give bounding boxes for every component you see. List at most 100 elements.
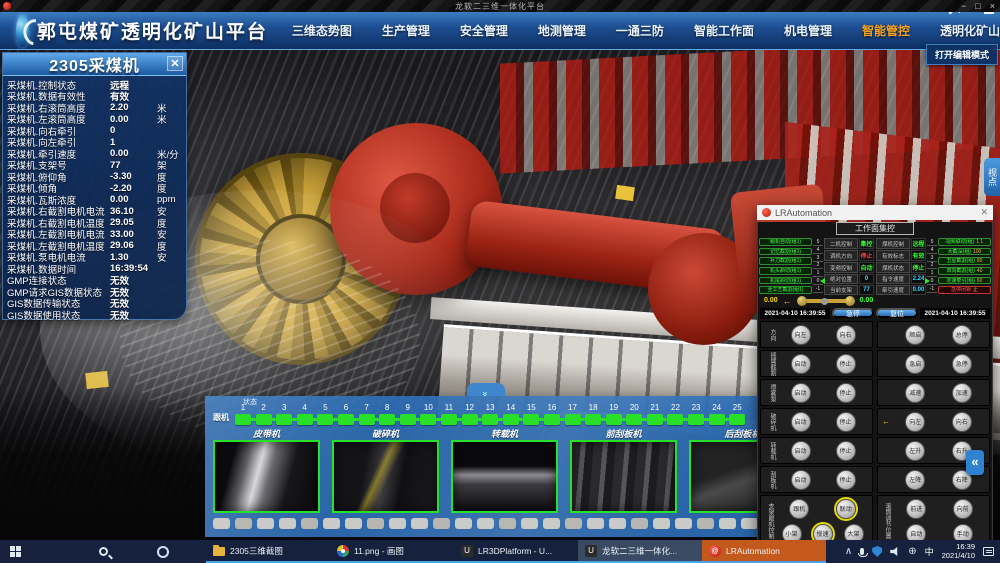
status-cell[interactable] — [455, 518, 472, 529]
chevron-up-icon[interactable]: ∧ — [845, 546, 852, 557]
support-status-cell[interactable]: 9 — [400, 403, 416, 425]
control-button[interactable]: 停止 — [836, 383, 856, 403]
mode-button[interactable]: 大截深(组)100 — [938, 248, 991, 256]
mode-button[interactable]: 定速牵引(组)60 — [938, 277, 991, 285]
support-status-cell[interactable]: 22 — [667, 403, 683, 425]
viewpoint-tab[interactable]: 视点 — [984, 158, 1000, 196]
control-button[interactable]: 停止 — [836, 441, 856, 461]
support-status-cell[interactable]: 11 — [441, 403, 457, 425]
support-status-cell[interactable]: 10 — [420, 403, 436, 425]
control-button[interactable]: 减速 — [905, 383, 925, 403]
status-cell[interactable] — [345, 518, 362, 529]
support-status-cell[interactable]: 2 — [256, 403, 272, 425]
status-cell[interactable] — [565, 518, 582, 529]
control-button[interactable]: 停止 — [836, 412, 856, 432]
status-cell[interactable] — [257, 518, 274, 529]
control-button[interactable]: 左降 — [905, 470, 925, 490]
mode-button[interactable]: 双向截割(组)40 — [938, 267, 991, 275]
support-status-cell[interactable]: 13 — [482, 403, 498, 425]
minimize-icon[interactable]: − — [961, 0, 966, 12]
maximize-icon[interactable]: □ — [975, 0, 980, 12]
support-status-cell[interactable]: 24 — [709, 403, 725, 425]
search-button[interactable] — [88, 540, 118, 563]
support-status-cell[interactable]: 14 — [503, 403, 519, 425]
status-cell[interactable] — [587, 518, 604, 529]
status-cell[interactable] — [235, 518, 252, 529]
mode-button[interactable]: 补刀截割(组1) — [759, 257, 812, 265]
status-cell[interactable] — [719, 518, 736, 529]
support-status-cell[interactable]: 20 — [626, 403, 642, 425]
control-button[interactable]: 左升 — [905, 441, 925, 461]
control-button[interactable]: 急停 — [952, 354, 972, 374]
control-button[interactable]: 顺启 — [905, 325, 925, 345]
taskbar-task[interactable]: 龙软二三维一体化... — [578, 540, 702, 563]
support-status-cell[interactable]: 18 — [585, 403, 601, 425]
control-button[interactable]: 向左 — [791, 325, 811, 345]
status-cell[interactable] — [389, 518, 406, 529]
control-button[interactable]: 启动 — [791, 441, 811, 461]
camera-thumbnail[interactable] — [213, 440, 320, 513]
start-button[interactable] — [0, 540, 30, 563]
control-button[interactable]: 启动 — [791, 470, 811, 490]
status-cell[interactable] — [741, 518, 758, 529]
close-icon[interactable]: ✕ — [980, 207, 988, 218]
camera-thumbnail[interactable] — [570, 440, 677, 513]
action-center-icon[interactable] — [983, 547, 994, 556]
taskbar-task[interactable]: 11.png - 画图 — [330, 540, 454, 563]
nav-item[interactable]: 三维态势图 — [292, 22, 352, 39]
nav-item[interactable]: 安全管理 — [460, 22, 508, 39]
microphone-icon[interactable] — [860, 548, 864, 555]
status-cell[interactable] — [323, 518, 340, 529]
status-cell[interactable] — [477, 518, 494, 529]
status-cell[interactable] — [433, 518, 450, 529]
control-button[interactable]: 加速 — [952, 383, 972, 403]
support-status-cell[interactable]: 12 — [462, 403, 478, 425]
mode-button[interactable]: 跟机自动(组1) — [759, 238, 812, 246]
support-status-cell[interactable]: 5 — [317, 403, 333, 425]
mode-button[interactable]: 五星截割(组)80 — [938, 257, 991, 265]
support-status-cell[interactable]: 6 — [338, 403, 354, 425]
panel-close-icon[interactable]: ✕ — [167, 56, 183, 71]
status-cell[interactable] — [653, 518, 670, 529]
nav-item[interactable]: 地测管理 — [538, 22, 586, 39]
control-button[interactable]: 向右 — [836, 325, 856, 345]
status-cell[interactable] — [279, 518, 296, 529]
close-icon[interactable]: × — [990, 0, 995, 12]
control-button[interactable]: 向左 — [905, 412, 925, 432]
support-status-cell[interactable]: 3 — [276, 403, 292, 425]
status-cell[interactable] — [213, 518, 230, 529]
network-globe-icon[interactable]: ⊕ — [908, 546, 916, 557]
nav-item[interactable]: 一通三防 — [616, 22, 664, 39]
support-status-cell[interactable]: 23 — [688, 403, 704, 425]
collapse-chevron-icon[interactable]: « — [966, 450, 984, 475]
mode-button[interactable]: 急停闭锁止 — [938, 286, 991, 294]
status-cell[interactable] — [499, 518, 516, 529]
status-cell[interactable] — [631, 518, 648, 529]
collapse-panel-tab[interactable]: » — [467, 383, 505, 396]
control-button[interactable]: 向右 — [952, 412, 972, 432]
taskbar-task[interactable]: LRAutomation — [702, 540, 826, 563]
support-status-cell[interactable]: 8 — [379, 403, 395, 425]
taskbar-task[interactable]: 2305三维截图 — [206, 540, 330, 563]
taskbar-task[interactable]: LR3DPlatform - U... — [454, 540, 578, 563]
status-cell[interactable] — [675, 518, 692, 529]
control-button[interactable]: 停止 — [836, 354, 856, 374]
support-status-cell[interactable]: 25 — [729, 403, 745, 425]
support-status-cell[interactable]: 16 — [544, 403, 560, 425]
ime-indicator[interactable]: 中 — [925, 545, 934, 558]
nav-item[interactable]: 生产管理 — [382, 22, 430, 39]
nav-item[interactable]: 透明化矿山 — [940, 22, 1000, 39]
control-button[interactable]: 急启 — [905, 354, 925, 374]
nav-item[interactable]: 机电管理 — [784, 22, 832, 39]
workface-control-tab[interactable]: 工作面集控 — [836, 222, 914, 235]
control-button[interactable]: 前进 — [906, 499, 926, 519]
nav-item[interactable]: 智能管控 — [862, 22, 910, 39]
control-button[interactable]: 启动 — [791, 412, 811, 432]
status-cell[interactable] — [301, 518, 318, 529]
camera-thumbnail[interactable] — [451, 440, 558, 513]
speaker-icon[interactable] — [890, 547, 900, 556]
support-status-cell[interactable]: 4 — [297, 403, 313, 425]
control-button[interactable]: 总停 — [952, 325, 972, 345]
mode-button[interactable]: 视频联动(组)1.1 — [938, 238, 991, 246]
reset-button[interactable]: 复位 — [876, 308, 918, 318]
